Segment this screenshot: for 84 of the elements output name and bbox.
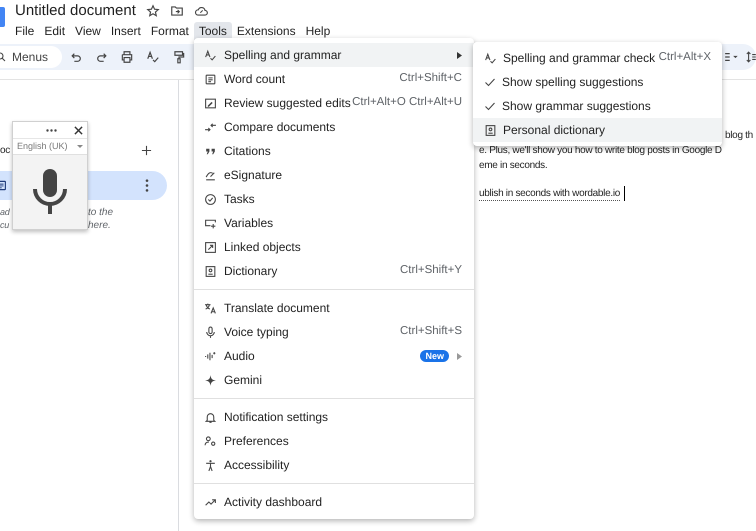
menu-item[interactable]: Gemini	[194, 368, 474, 392]
search-menus-field[interactable]: Menus	[0, 46, 62, 68]
menu-item[interactable]: Notification settings	[194, 405, 474, 429]
image-edit-icon	[204, 96, 217, 110]
search-icon	[0, 51, 6, 63]
redo-icon[interactable]	[95, 50, 108, 64]
menu-item[interactable]: Tasks	[194, 187, 474, 211]
cloud-icon[interactable]	[194, 4, 209, 18]
menu-item[interactable]: Voice typing Ctrl+Shift+S	[194, 320, 474, 344]
paint-format-icon[interactable]	[172, 50, 186, 64]
menu-item[interactable]: Review suggested editsCtrl+Alt+O Ctrl+Alt+U	[194, 91, 474, 115]
person-settings-icon	[204, 434, 217, 448]
menu-bar-item[interactable]: Tools	[194, 22, 232, 40]
document-icon	[0, 180, 8, 191]
close-icon[interactable]	[74, 126, 83, 134]
spellcheck-icon	[484, 52, 497, 64]
menu-item[interactable]: Activity dashboard	[194, 490, 474, 514]
submenu-item[interactable]: Personal dictionary	[473, 118, 722, 142]
shortcut-text: Ctrl+Alt+O Ctrl+Alt+U	[352, 95, 462, 110]
hint-text: here.	[88, 219, 111, 232]
menu-item[interactable]: Accessibility	[194, 453, 474, 477]
print-icon[interactable]	[120, 50, 134, 64]
menu-item[interactable]: Spelling and grammar	[194, 43, 474, 67]
submenu-item[interactable]: Show grammar suggestions	[473, 94, 722, 118]
text-cursor	[624, 186, 625, 201]
menu-bar-item[interactable]: File	[10, 22, 40, 40]
accessibility-icon	[204, 458, 217, 472]
document-text: e. Plus, we'll show you how to write blog posts in Google D	[479, 144, 722, 158]
menu-item[interactable]: Translate document	[194, 296, 474, 320]
undo-icon[interactable]	[70, 50, 83, 64]
spellcheck-icon	[204, 48, 217, 62]
document-text: blog th	[725, 129, 753, 143]
variable-icon	[204, 216, 217, 230]
list-icon[interactable]	[724, 51, 740, 63]
shortcut-text: Ctrl+Shift+C	[399, 71, 462, 86]
menu-item[interactable]: Compare documents	[194, 115, 474, 139]
submenu-item[interactable]: Show spelling suggestions	[473, 70, 722, 94]
book-icon	[484, 124, 497, 136]
menu-bar-item[interactable]: Extensions	[232, 22, 301, 40]
document-title[interactable]: Untitled document	[15, 2, 136, 20]
linked-object-icon	[204, 240, 217, 254]
sparkle-icon	[204, 374, 217, 386]
menu-bar-item[interactable]: View	[70, 22, 106, 40]
folder-icon[interactable]	[170, 4, 184, 18]
document-link[interactable]: ublish in seconds with wordable.io	[479, 186, 620, 201]
book-icon	[204, 264, 217, 278]
shortcut-text: Ctrl+Shift+Y	[400, 263, 462, 278]
sidebar-heading: oc	[0, 144, 10, 158]
hint-text: ad	[0, 206, 11, 219]
add-icon[interactable]	[141, 144, 152, 156]
more-options-icon[interactable]	[46, 128, 57, 132]
audio-wave-icon	[204, 350, 217, 362]
more-options-icon[interactable]	[145, 179, 149, 192]
menu-item[interactable]: Variables	[194, 211, 474, 235]
compare-arrows-icon	[204, 120, 217, 134]
hint-text: to the	[88, 206, 114, 219]
microphone-icon	[204, 326, 217, 338]
language-dropdown[interactable]: English (UK)	[13, 138, 87, 154]
menu-bar-item[interactable]: Insert	[106, 22, 146, 40]
new-badge: New	[420, 350, 449, 362]
check-circle-icon	[204, 192, 217, 206]
shortcut-text: Ctrl+Shift+S	[400, 324, 462, 340]
line-spacing-icon[interactable]	[746, 51, 756, 63]
document-icon	[204, 72, 217, 86]
menu-item[interactable]: Citations	[194, 139, 474, 163]
submenu-item[interactable]: Spelling and grammar check Ctrl+Alt+X	[473, 46, 722, 70]
microphone-icon[interactable]	[32, 169, 68, 215]
translate-icon	[204, 302, 217, 314]
caret-icon	[77, 145, 83, 148]
menu-bar-item[interactable]: Edit	[39, 22, 70, 40]
document-text: eme in seconds.	[479, 159, 548, 173]
menu-item[interactable]: Linked objects	[194, 235, 474, 259]
spellcheck-icon[interactable]	[146, 50, 160, 64]
menu-item[interactable]: eSignature	[194, 163, 474, 187]
menu-item[interactable]: Audio New	[194, 344, 474, 368]
shortcut-text: Ctrl+Alt+X	[658, 50, 711, 66]
menu-item[interactable]: Word count Ctrl+Shift+C	[194, 67, 474, 91]
star-icon[interactable]	[146, 4, 160, 18]
hint-text: cu	[0, 219, 10, 232]
menu-bar-item[interactable]: Format	[146, 22, 194, 40]
menu-item[interactable]: Preferences	[194, 429, 474, 453]
menu-item[interactable]: Dictionary Ctrl+Shift+Y	[194, 259, 474, 283]
menu-bar-item[interactable]: Help	[300, 22, 336, 40]
bell-icon	[204, 410, 217, 424]
